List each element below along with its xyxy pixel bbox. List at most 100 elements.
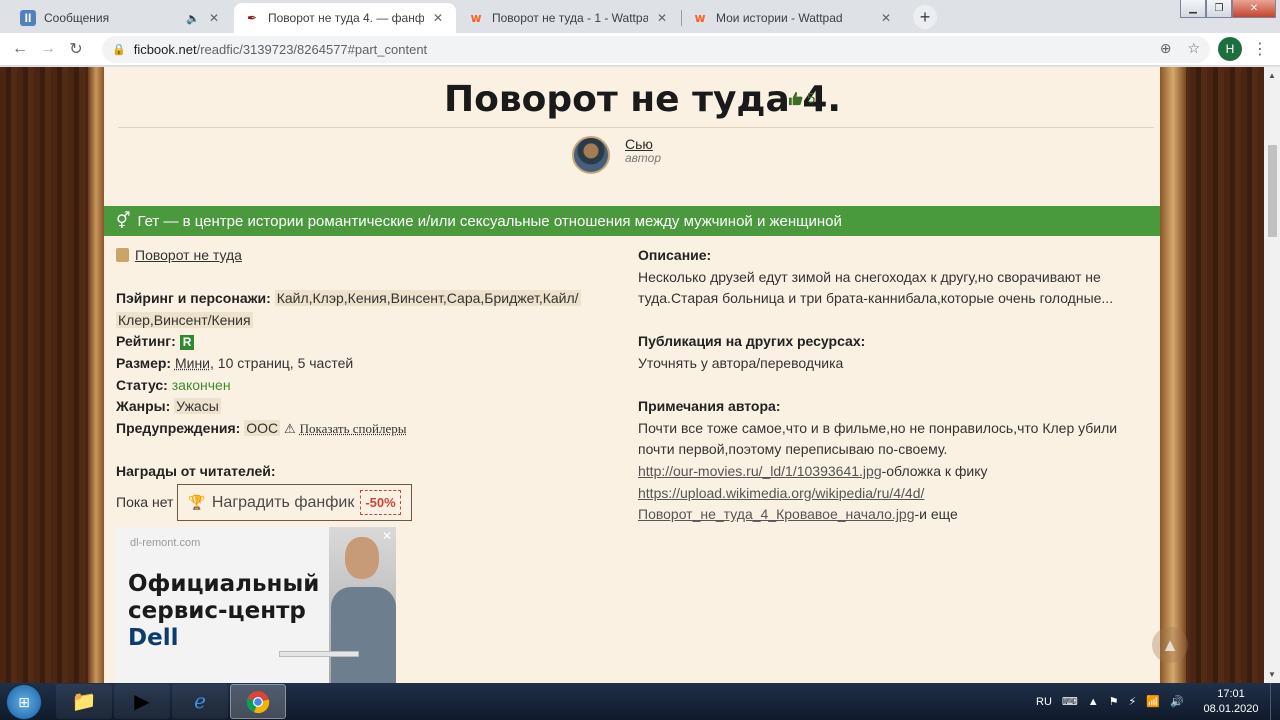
volume-icon[interactable]: 🔊 xyxy=(1170,695,1184,708)
tab-wattpad-story[interactable]: w Поворот не туда - 1 - Wattpad ✕ xyxy=(458,3,680,33)
start-button[interactable]: ⊞ xyxy=(6,684,42,720)
advertisement-banner[interactable]: dl-remont.com Официальный сервис-центр D… xyxy=(115,527,396,683)
fic-header-panel: Поворот не туда 4. 5 Сью автор ⚥ Гет — в… xyxy=(104,67,1188,683)
page-scrollbar[interactable]: ▲ ▼ xyxy=(1264,67,1280,683)
new-tab-button[interactable]: + xyxy=(913,5,937,29)
direction-banner[interactable]: ⚥ Гет — в центре истории романтические и… xyxy=(104,206,1160,236)
ad-line: Официальный xyxy=(128,571,320,597)
tab-title: Поворот не туда - 1 - Wattpad xyxy=(492,11,648,25)
likes-counter[interactable]: 5 xyxy=(788,90,815,107)
forward-button[interactable]: → xyxy=(34,35,62,63)
profile-avatar[interactable]: H xyxy=(1218,37,1242,61)
flag-icon[interactable]: ⚑ xyxy=(1109,695,1119,708)
divider xyxy=(118,127,1154,128)
cover-link-suffix: -обложка к фику xyxy=(881,462,988,479)
award-fic-button[interactable]: 🏆 Наградить фанфик -50% xyxy=(177,483,412,522)
close-tab-icon[interactable]: ✕ xyxy=(878,10,894,26)
ad-headline: Официальный сервис-центр Dell xyxy=(128,571,319,652)
tab-wattpad-my-stories[interactable]: w Мои истории - Wattpad ✕ xyxy=(682,3,904,33)
author-name-link[interactable]: Сью xyxy=(625,136,653,152)
wood-frame-right xyxy=(1160,67,1186,683)
warnings-row: Предупреждения: ООС ⚠ Показать спойлеры xyxy=(116,418,624,440)
window-controls: ▁ ❐ ✕ xyxy=(1180,0,1276,20)
maximize-button[interactable]: ❐ xyxy=(1206,0,1232,18)
show-desktop-button[interactable] xyxy=(1270,683,1280,720)
tab-ficbook[interactable]: ✒ Поворот не туда 4. — фанфик п ✕ xyxy=(234,3,456,33)
ad-close-icon[interactable]: ✕ xyxy=(382,529,392,543)
awards-label: Награды от читателей: xyxy=(116,462,276,479)
description-label: Описание: xyxy=(638,247,712,263)
fic-info-right: Описание: Несколько друзей едут зимой на… xyxy=(638,245,1148,526)
status-value: закончен xyxy=(171,376,231,393)
author-role: автор xyxy=(625,151,662,165)
close-window-button[interactable]: ✕ xyxy=(1232,0,1276,18)
internet-explorer-taskbar-icon[interactable]: ℯ xyxy=(172,684,228,719)
vk-icon: II xyxy=(20,10,36,26)
scroll-down-arrow-icon[interactable]: ▼ xyxy=(1268,670,1276,679)
system-clock[interactable]: 17:01 08.01.2020 xyxy=(1198,687,1264,717)
add-site-icon[interactable]: ⊕ xyxy=(1160,40,1172,57)
language-indicator[interactable]: RU xyxy=(1036,696,1052,708)
notes-link-row: Поворот_не_туда_4_Кровавое_начало.jpg-и … xyxy=(638,504,1148,526)
author-notes-label: Примечания автора: xyxy=(638,398,781,415)
wikimedia-link[interactable]: https://upload.wikimedia.org/wikipedia/r… xyxy=(638,485,924,501)
tab-title: Мои истории - Wattpad xyxy=(716,11,843,25)
url-path: /readfic/3139723/8264577#part_content xyxy=(196,42,428,57)
author-notes-text: Почти все тоже самое,что и в фильме,но н… xyxy=(638,419,1118,458)
wattpad-icon: w xyxy=(470,11,482,25)
cover-link[interactable]: http://our-movies.ru/_ld/1/10393641.jpg xyxy=(638,463,882,479)
browser-menu-icon[interactable]: ⋮ xyxy=(1252,39,1268,59)
scrollbar-thumb[interactable] xyxy=(1268,145,1277,237)
pairing-tag[interactable]: Клер,Винсент/Кения xyxy=(116,311,253,328)
publication-text: Уточнять у автора/переводчика xyxy=(638,354,844,371)
ad-brand: Dell xyxy=(128,625,179,651)
thumbs-up-icon xyxy=(788,91,803,106)
minimize-button[interactable]: ▁ xyxy=(1180,0,1206,18)
speaker-muted-icon[interactable]: 🔈 xyxy=(186,12,200,25)
pairing-tag[interactable]: Кайл,Клэр,Кения,Винсент,Сара,Бриджет,Кай… xyxy=(274,290,581,307)
author-avatar[interactable] xyxy=(572,136,610,174)
tab-messages[interactable]: II Сообщения 🔈 ✕ xyxy=(10,3,232,33)
fandom-row: Поворот не туда xyxy=(116,245,624,267)
network-signal-icon[interactable]: 📶 xyxy=(1146,695,1160,708)
warning-icon: ⚠ xyxy=(284,420,296,436)
warning-tag[interactable]: ООС xyxy=(244,419,281,436)
explorer-taskbar-icon[interactable]: 📁 xyxy=(56,684,112,719)
fandom-link[interactable]: Поворот не туда xyxy=(135,247,242,263)
close-tab-icon[interactable]: ✕ xyxy=(654,10,670,26)
scroll-to-top-button[interactable]: ▲ xyxy=(1152,627,1188,663)
genres-label: Жанры: xyxy=(116,398,171,415)
chrome-taskbar-icon[interactable] xyxy=(230,684,286,719)
rating-badge[interactable]: R xyxy=(179,335,195,351)
tray-expand-icon[interactable]: ▲ xyxy=(1088,696,1099,708)
notes-link-row: http://our-movies.ru/_ld/1/10393641.jpg-… xyxy=(638,461,1148,483)
fic-info-left: Поворот не туда Пэйринг и персонажи: Кай… xyxy=(116,245,624,522)
wikimedia-link-suffix: -и еще xyxy=(914,506,958,523)
size-value[interactable]: Мини xyxy=(175,355,210,371)
back-button[interactable]: ← xyxy=(6,35,34,63)
ficbook-icon: ✒ xyxy=(246,11,258,25)
media-player-taskbar-icon[interactable]: ▶ xyxy=(114,684,170,719)
close-tab-icon[interactable]: ✕ xyxy=(430,10,446,26)
power-icon[interactable]: ⚡ xyxy=(1129,695,1137,708)
book-icon xyxy=(116,248,129,262)
rating-row: Рейтинг: R xyxy=(116,331,624,353)
lock-icon[interactable]: 🔒 xyxy=(112,43,126,56)
close-tab-icon[interactable]: ✕ xyxy=(206,10,222,26)
keyboard-icon[interactable]: ⌨ xyxy=(1062,695,1078,708)
rating-label: Рейтинг: xyxy=(116,333,176,350)
pairing-label: Пэйринг и персонажи: xyxy=(116,290,271,307)
address-bar[interactable]: 🔒 ficbook.net/readfic/3139723/8264577#pa… xyxy=(102,36,1210,63)
status-row: Статус: закончен xyxy=(116,375,624,397)
awards-row: Пока нет 🏆 Наградить фанфик -50% xyxy=(116,483,624,522)
bookmark-star-icon[interactable]: ☆ xyxy=(1187,40,1200,57)
system-tray: RU ⌨ ▲ ⚑ ⚡ 📶 🔊 xyxy=(1036,683,1184,720)
tab-strip: II Сообщения 🔈 ✕ ✒ Поворот не туда 4. — … xyxy=(0,0,1280,33)
scroll-up-arrow-icon[interactable]: ▲ xyxy=(1268,71,1276,80)
wood-frame-left xyxy=(88,67,104,683)
wikimedia-link-file[interactable]: Поворот_не_туда_4_Кровавое_начало.jpg xyxy=(638,506,915,522)
reload-button[interactable]: ↻ xyxy=(62,35,90,63)
show-spoilers-button[interactable]: Показать спойлеры xyxy=(300,421,407,436)
warnings-label: Предупреждения: xyxy=(116,419,241,436)
genre-tag[interactable]: Ужасы xyxy=(174,398,221,415)
